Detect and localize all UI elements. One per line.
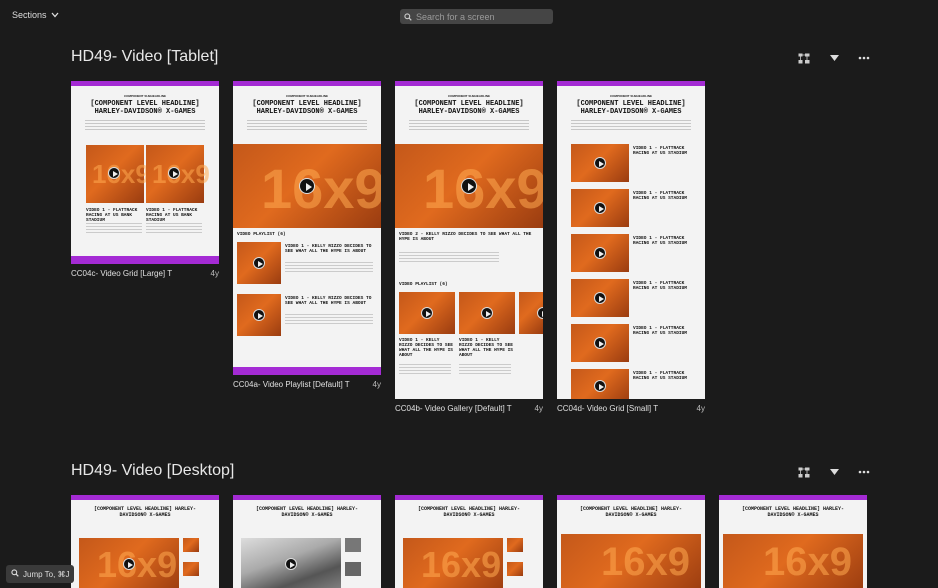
screen-thumbnail: [COMPONENT LEVEL HEADLINE] HARLEY-DAVIDS… [395,495,543,588]
thumb-video-image: 16x9 [395,144,543,228]
jump-to-button[interactable]: Jump To, ⌘J [6,565,74,583]
search-input[interactable] [416,11,546,22]
screen-thumbnail: COMPONENT SUBHEADLINE [COMPONENT LEVEL H… [233,81,381,375]
top-bar: Sections [0,0,938,32]
screen-card[interactable]: COMPONENT SUBHEADLINE [COMPONENT LEVEL H… [71,81,219,281]
share-icon[interactable] [798,466,810,478]
card-label: CC04b- Video Gallery [Default] T [395,404,512,413]
card-label: CC04a- Video Playlist [Default] T [233,380,350,389]
play-icon [421,307,433,319]
play-icon [299,178,315,194]
play-icon [285,558,297,570]
section-title-tablet: HD49- Video [Tablet] [71,48,219,65]
jump-to-label: Jump To, ⌘J [23,569,70,579]
play-icon [253,257,265,269]
play-icon [594,157,606,169]
card-label: CC04d- Video Grid [Small] T [557,404,659,413]
caret-down-icon[interactable] [828,466,840,478]
screen-thumbnail: [COMPONENT LEVEL HEADLINE] HARLEY-DAVIDS… [233,495,381,588]
card-age: 4y [372,380,381,389]
thumb-video-image: 16x9 [146,145,210,203]
screen-thumbnail: COMPONENT SUBHEADLINE [COMPONENT LEVEL H… [71,81,219,264]
play-icon [481,307,493,319]
screen-card[interactable]: [COMPONENT LEVEL HEADLINE] HARLEY-DAVIDS… [233,495,381,588]
more-icon[interactable] [858,466,870,478]
card-age: 4y [210,269,219,278]
screen-thumbnail: [COMPONENT LEVEL HEADLINE] HARLEY-DAVIDS… [557,495,705,588]
play-icon [108,167,120,179]
thumb-video-image: 16x9 [233,144,381,228]
card-label: CC04c- Video Grid [Large] T [71,269,173,278]
card-age: 4y [534,404,543,413]
more-icon[interactable] [858,52,870,64]
search-icon [11,569,19,579]
play-icon [594,337,606,349]
play-icon [461,178,477,194]
section-actions-tablet [798,52,870,64]
screen-search[interactable] [400,9,553,24]
screen-card[interactable]: [COMPONENT LEVEL HEADLINE] HARLEY-DAVIDS… [395,495,543,588]
section-actions-desktop [798,466,870,478]
screen-card[interactable]: COMPONENT SUBHEADLINE [COMPONENT LEVEL H… [233,81,381,393]
sections-label: Sections [12,10,47,20]
thumb-headline: [COMPONENT LEVEL HEADLINE] HARLEY-DAVIDS… [90,100,200,116]
thumb-subheadline: COMPONENT SUBHEADLINE [123,94,166,98]
play-icon [168,167,180,179]
screen-card[interactable]: [COMPONENT LEVEL HEADLINE] HARLEY-DAVIDS… [719,495,867,588]
play-icon [594,380,606,392]
section-title-desktop: HD49- Video [Desktop] [71,462,235,479]
chevron-down-icon [51,10,59,20]
search-icon [404,8,412,26]
sections-dropdown[interactable]: Sections [12,10,59,20]
screen-thumbnail: COMPONENT SUBHEADLINE [COMPONENT LEVEL H… [395,81,543,399]
screen-card[interactable]: [COMPONENT LEVEL HEADLINE] HARLEY-DAVIDS… [71,495,219,588]
screen-thumbnail: [COMPONENT LEVEL HEADLINE] HARLEY-DAVIDS… [71,495,219,588]
play-icon [253,309,265,321]
screen-card[interactable]: [COMPONENT LEVEL HEADLINE] HARLEY-DAVIDS… [557,495,705,588]
screen-card[interactable]: COMPONENT SUBHEADLINE [COMPONENT LEVEL H… [557,81,705,417]
play-icon [594,247,606,259]
play-icon [537,307,543,319]
thumb-video-image: 16x9 [86,145,150,203]
screen-thumbnail: COMPONENT SUBHEADLINE [COMPONENT LEVEL H… [557,81,705,399]
screen-thumbnail: [COMPONENT LEVEL HEADLINE] HARLEY-DAVIDS… [719,495,867,588]
screen-card[interactable]: COMPONENT SUBHEADLINE [COMPONENT LEVEL H… [395,81,543,417]
card-age: 4y [696,404,705,413]
play-icon [123,558,135,570]
play-icon [594,202,606,214]
share-icon[interactable] [798,52,810,64]
play-icon [594,292,606,304]
caret-down-icon[interactable] [828,52,840,64]
thumb-video-image [241,538,341,588]
